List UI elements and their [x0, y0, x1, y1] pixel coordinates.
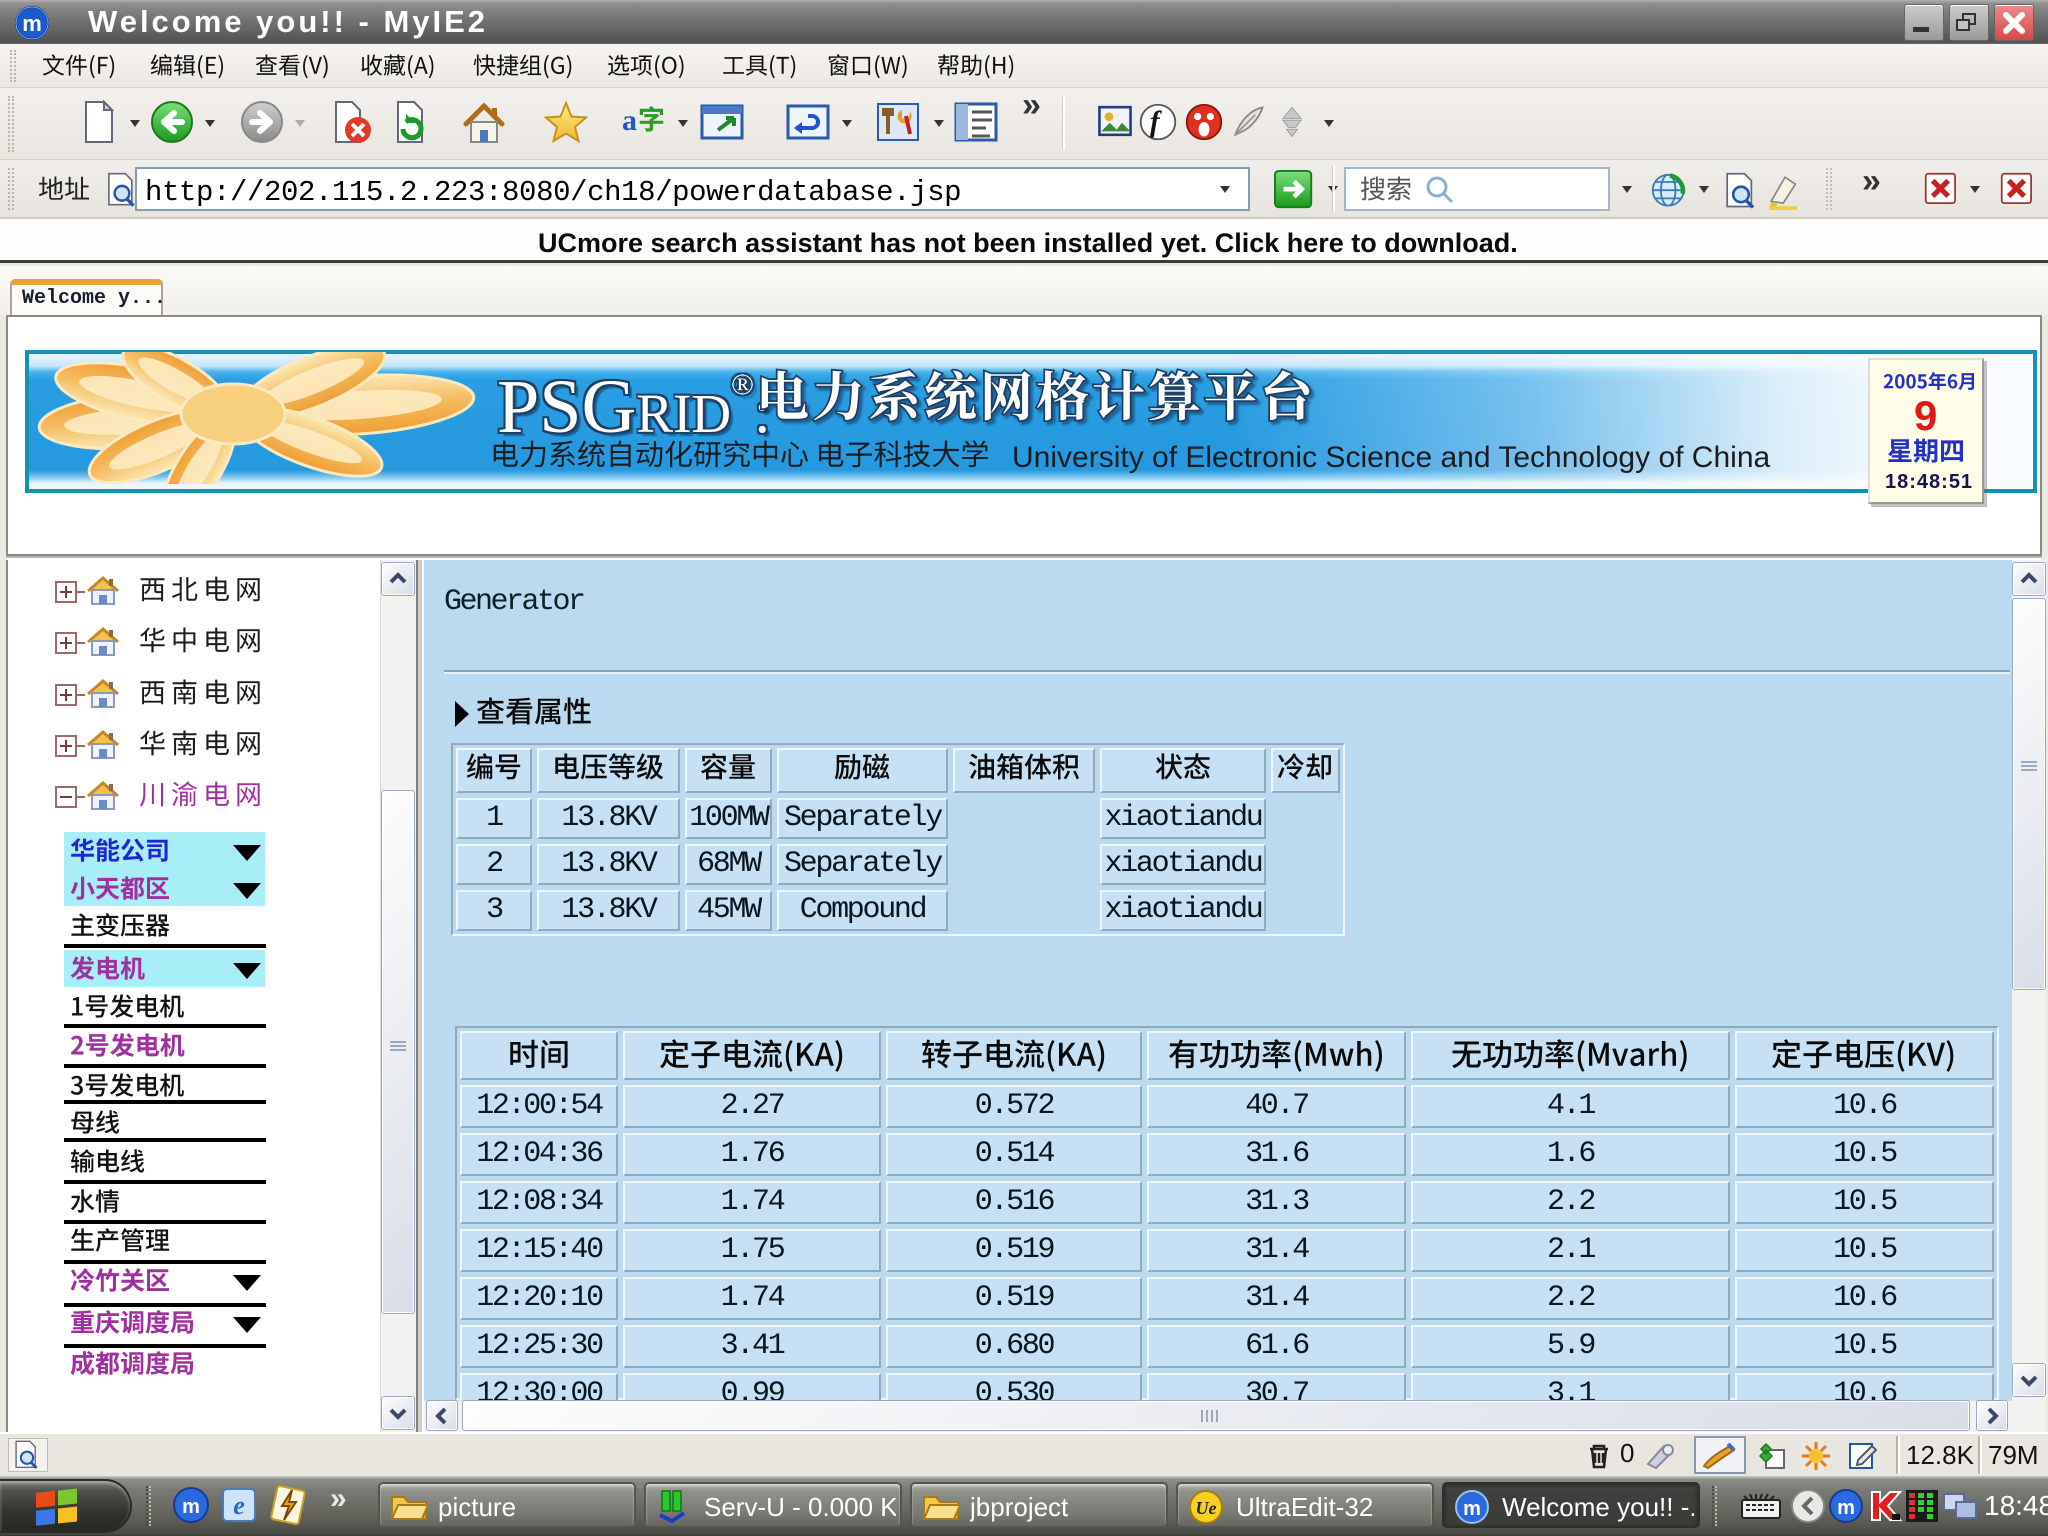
- svg-text:Ue: Ue: [1196, 1498, 1217, 1518]
- svg-text:a: a: [622, 104, 637, 137]
- svg-text:m: m: [1837, 1497, 1855, 1519]
- svg-text:m: m: [1463, 1498, 1481, 1520]
- svg-text:e: e: [233, 1491, 245, 1520]
- svg-text:m: m: [182, 1496, 200, 1518]
- svg-text:m: m: [22, 11, 42, 36]
